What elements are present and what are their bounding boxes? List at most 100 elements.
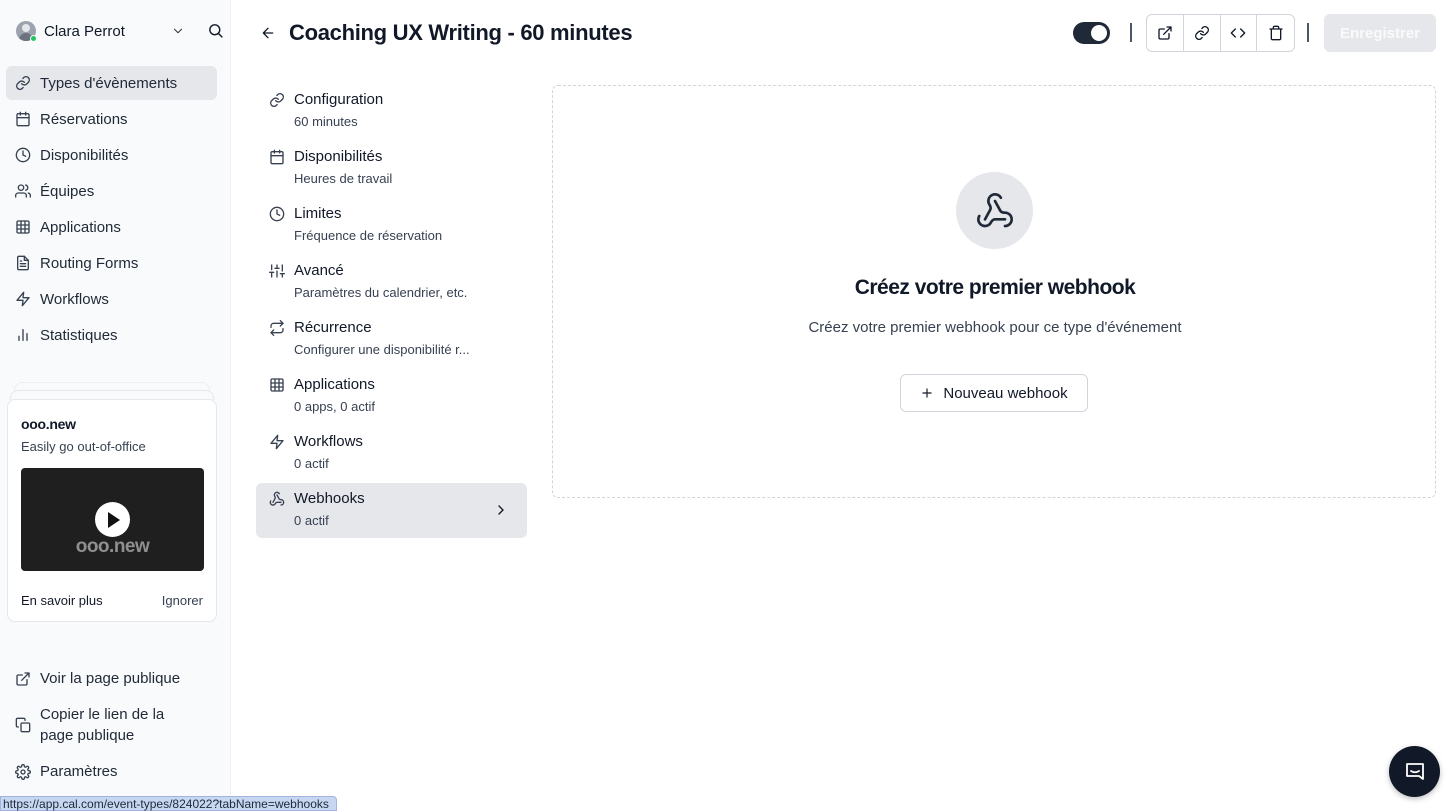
grid-icon	[16, 220, 30, 234]
new-webhook-label: Nouveau webhook	[943, 384, 1068, 402]
settings-link[interactable]: Paramètres	[6, 761, 217, 782]
external-link-icon	[1158, 26, 1172, 40]
sidebar-item-label: Applications	[40, 218, 121, 236]
link-icon	[270, 93, 284, 107]
promo-subtitle: Easily go out-of-office	[21, 439, 146, 454]
toggle-knob	[1091, 25, 1107, 41]
repeat-icon	[270, 320, 284, 336]
bottom-nav: Voir la page publique Copier le lien de …	[6, 668, 217, 782]
zap-icon	[270, 434, 284, 450]
link-icon	[1194, 26, 1209, 40]
empty-state-description: Créez votre premier webhook pour ce type…	[808, 319, 1182, 336]
tab-advanced[interactable]: Avancé Paramètres du calendrier, etc.	[256, 255, 527, 310]
tab-webhooks[interactable]: Webhooks 0 actif	[256, 483, 527, 538]
tab-description: 0 actif	[294, 456, 329, 471]
bottom-nav-label: Paramètres	[40, 763, 118, 780]
promo-card: ooo.new Easily go out-of-office ooo.new …	[7, 399, 217, 622]
tab-label: Workflows	[294, 433, 363, 450]
sidebar-item-apps[interactable]: Applications	[6, 210, 217, 244]
grid-icon	[270, 378, 284, 392]
link-icon	[16, 76, 30, 90]
divider	[1130, 23, 1132, 42]
back-arrow-icon[interactable]	[260, 25, 276, 41]
online-status-dot	[30, 35, 37, 42]
learn-more-link[interactable]: En savoir plus	[21, 593, 103, 608]
tab-recurring[interactable]: Récurrence Configurer une disponibilité …	[256, 312, 527, 367]
tab-label: Disponibilités	[294, 148, 383, 165]
chevron-right-icon	[493, 502, 509, 518]
sidebar-item-availability[interactable]: Disponibilités	[6, 138, 217, 172]
tab-label: Configuration	[294, 91, 384, 108]
code-icon	[1231, 28, 1246, 38]
new-webhook-button[interactable]: Nouveau webhook	[900, 374, 1088, 412]
promo-video[interactable]: ooo.new	[21, 468, 204, 571]
view-public-page-link[interactable]: Voir la page publique	[6, 668, 217, 704]
zap-icon	[16, 291, 30, 307]
bottom-nav-label: Voir la page publique	[40, 670, 181, 687]
tab-limits[interactable]: Limites Fréquence de réservation	[256, 198, 527, 253]
tab-label: Récurrence	[294, 319, 372, 336]
divider	[1307, 23, 1309, 42]
copy-public-link-button[interactable]: Copier le lien de la page publique	[6, 704, 186, 761]
external-link-icon	[16, 672, 30, 686]
main-nav: Types d'évènements Réservations Disponib…	[6, 66, 217, 354]
copy-icon	[15, 717, 31, 733]
sidebar-item-label: Workflows	[40, 290, 109, 308]
sidebar-item-label: Routing Forms	[40, 254, 139, 272]
tab-apps[interactable]: Applications 0 apps, 0 actif	[256, 369, 527, 424]
webhooks-empty-state: Créez votre premier webhook Créez votre …	[552, 85, 1436, 498]
tab-workflows[interactable]: Workflows 0 actif	[256, 426, 527, 481]
dismiss-button[interactable]: Ignorer	[162, 593, 203, 608]
sidebar-item-label: Statistiques	[40, 326, 118, 344]
bottom-nav-label: Copier le lien de la page publique	[40, 706, 165, 744]
event-type-tabs: Configuration 60 minutes Disponibilités …	[256, 84, 527, 540]
embed-button[interactable]	[1221, 15, 1258, 51]
chevron-down-icon[interactable]	[171, 24, 185, 38]
search-icon[interactable]	[207, 22, 224, 39]
tab-availability[interactable]: Disponibilités Heures de travail	[256, 141, 527, 196]
tab-description: Paramètres du calendrier, etc.	[294, 285, 468, 300]
chat-launcher-button[interactable]	[1389, 746, 1440, 797]
page-title: Coaching UX Writing - 60 minutes	[289, 20, 633, 45]
tab-description: Fréquence de réservation	[294, 228, 443, 243]
sidebar: Clara Perrot Types d'évènements Réservat…	[0, 0, 231, 811]
tab-description: 60 minutes	[294, 114, 358, 129]
user-menu[interactable]: Clara Perrot	[16, 18, 223, 44]
save-button[interactable]: Enregistrer	[1324, 14, 1436, 52]
sidebar-item-label: Équipes	[40, 182, 95, 200]
promo-title: ooo.new	[21, 416, 76, 432]
users-icon	[15, 184, 31, 198]
tab-label: Applications	[294, 376, 375, 393]
preview-button[interactable]	[1147, 15, 1184, 51]
clock-icon	[15, 147, 31, 163]
sidebar-item-label: Types d'évènements	[40, 74, 178, 92]
trash-icon	[1268, 25, 1283, 41]
sidebar-item-event-types[interactable]: Types d'évènements	[6, 66, 217, 100]
copy-link-button[interactable]	[1184, 15, 1221, 51]
calendar-icon	[270, 149, 284, 165]
empty-state-title: Créez votre premier webhook	[854, 276, 1136, 299]
sidebar-item-bookings[interactable]: Réservations	[6, 102, 217, 136]
tab-label: Limites	[294, 205, 342, 222]
sidebar-item-routing-forms[interactable]: Routing Forms	[6, 246, 217, 280]
tab-configuration[interactable]: Configuration 60 minutes	[256, 84, 527, 139]
clock-icon	[269, 206, 285, 222]
delete-button[interactable]	[1257, 15, 1294, 51]
plus-icon	[922, 388, 933, 398]
toolbar-button-group	[1146, 14, 1295, 52]
tab-description: Heures de travail	[294, 171, 393, 186]
webhook-icon	[269, 491, 285, 506]
webhook-icon	[956, 172, 1033, 249]
play-icon[interactable]	[95, 502, 130, 537]
sidebar-item-workflows[interactable]: Workflows	[6, 282, 217, 316]
video-brand-logo: ooo.new	[75, 536, 150, 557]
tab-description: Configurer une disponibilité r...	[294, 342, 470, 357]
sidebar-item-insights[interactable]: Statistiques	[6, 318, 217, 352]
chat-icon	[1405, 762, 1424, 780]
sidebar-item-teams[interactable]: Équipes	[6, 174, 217, 208]
calendar-icon	[16, 111, 30, 127]
hidden-toggle[interactable]	[1073, 22, 1110, 44]
tab-description: 0 apps, 0 actif	[294, 399, 375, 414]
sidebar-item-label: Disponibilités	[40, 146, 129, 164]
sidebar-item-label: Réservations	[40, 110, 128, 128]
